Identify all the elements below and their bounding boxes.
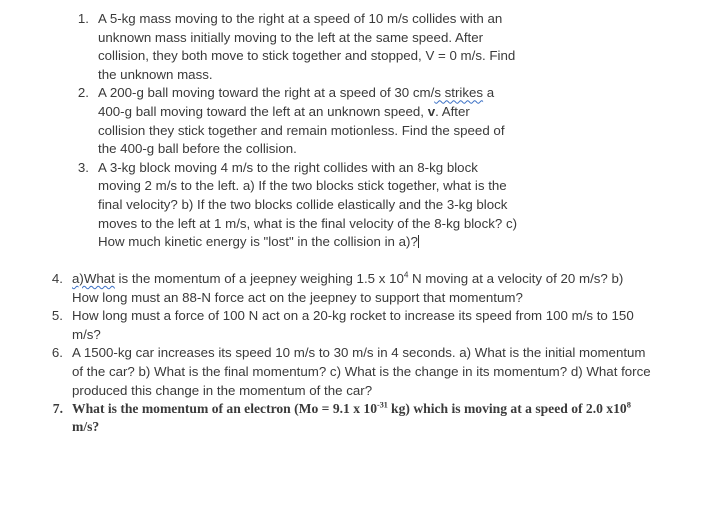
question-body: How long must a force of 100 N act on a … bbox=[72, 307, 652, 344]
question-item: 1. A 5-kg mass moving to the right at a s… bbox=[68, 10, 520, 84]
question-text-run: A 200-g ball moving toward the right at … bbox=[98, 85, 435, 101]
question-number: 6. bbox=[51, 345, 63, 361]
question-text-run: m/s? bbox=[72, 419, 100, 435]
question-text-run: A 3-kg block moving 4 m/s to the right c… bbox=[98, 159, 518, 250]
question-body: A 5-kg mass moving to the right at a spe… bbox=[98, 10, 520, 84]
question-list-group-b: 4. a)What is the momentum of a jeepney we… bbox=[42, 270, 652, 436]
question-body: A 3-kg block moving 4 m/s to the right c… bbox=[98, 159, 520, 252]
question-item: 6. A 1500-kg car increases its speed 10 m… bbox=[42, 344, 652, 400]
text-cursor bbox=[417, 235, 419, 249]
spellcheck-underlined-text: s strikes bbox=[434, 85, 484, 101]
question-number: 4. bbox=[51, 271, 63, 286]
question-item: 7. What is the momentum of an electron (M… bbox=[42, 400, 652, 436]
question-text-run: is the momentum of a jeepney weighing 1.… bbox=[114, 271, 404, 286]
superscript-exponent: 8 bbox=[626, 399, 631, 410]
question-body: What is the momentum of an electron (Mo … bbox=[72, 400, 652, 436]
question-number: 2. bbox=[77, 85, 89, 101]
question-list-group-a: 1. A 5-kg mass moving to the right at a s… bbox=[68, 10, 520, 252]
question-item: 3. A 3-kg block moving 4 m/s to the right… bbox=[68, 159, 520, 252]
superscript-exponent: -31 bbox=[377, 399, 388, 410]
question-text-run: kg) which is moving at a speed of 2.0 x1… bbox=[387, 401, 627, 417]
question-item: 2. A 200-g ball moving toward the right a… bbox=[68, 84, 520, 158]
question-number: 7. bbox=[52, 401, 63, 417]
question-item: 4. a)What is the momentum of a jeepney we… bbox=[42, 270, 652, 307]
question-text-run: A 5-kg mass moving to the right at a spe… bbox=[98, 11, 516, 82]
question-number: 1. bbox=[77, 11, 89, 26]
question-item: 5. How long must a force of 100 N act on … bbox=[42, 307, 652, 344]
question-text-run: A 1500-kg car increases its speed 10 m/s… bbox=[72, 345, 651, 398]
spellcheck-underlined-text: a)What bbox=[72, 271, 115, 286]
question-text-run: How long must a force of 100 N act on a … bbox=[72, 308, 634, 342]
bold-variable: v bbox=[427, 103, 436, 119]
question-body: a)What is the momentum of a jeepney weig… bbox=[72, 270, 652, 307]
question-body: A 1500-kg car increases its speed 10 m/s… bbox=[72, 344, 652, 400]
question-number: 5. bbox=[51, 308, 63, 324]
question-text-run: What is the momentum of an electron (Mo … bbox=[72, 401, 378, 417]
document-page: 1. A 5-kg mass moving to the right at a s… bbox=[0, 0, 720, 513]
question-number: 3. bbox=[77, 159, 89, 175]
question-body: A 200-g ball moving toward the right at … bbox=[98, 84, 520, 158]
